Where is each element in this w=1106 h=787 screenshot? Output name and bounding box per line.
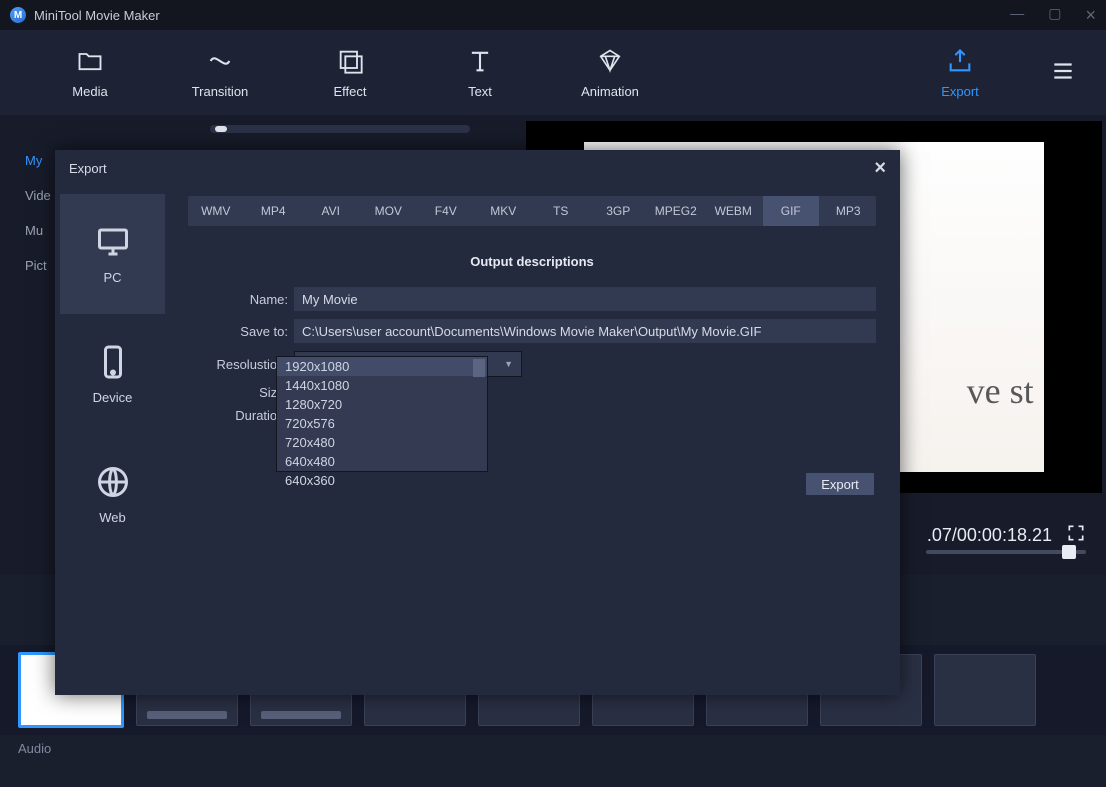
nav-media[interactable]: Media bbox=[30, 46, 150, 99]
nav-transition[interactable]: Transition bbox=[160, 46, 280, 99]
nav-label: Effect bbox=[333, 84, 366, 99]
nav-label: Media bbox=[72, 84, 107, 99]
transition-icon bbox=[206, 46, 234, 76]
resolution-option[interactable]: 720x576 bbox=[277, 414, 487, 433]
format-f4v[interactable]: F4V bbox=[418, 196, 474, 226]
app-logo-icon: M bbox=[10, 7, 26, 23]
nav-label: Transition bbox=[192, 84, 249, 99]
close-icon[interactable]: × bbox=[1085, 5, 1096, 26]
format-wmv[interactable]: WMV bbox=[188, 196, 244, 226]
format-3gp[interactable]: 3GP bbox=[591, 196, 647, 226]
menu-icon[interactable] bbox=[1050, 58, 1076, 87]
export-button[interactable]: Export bbox=[806, 473, 874, 495]
tab-pc[interactable]: PC bbox=[60, 194, 165, 314]
nav-label: Export bbox=[941, 84, 979, 99]
diamond-icon bbox=[596, 46, 624, 76]
resolution-option[interactable]: 1920x1080 bbox=[277, 357, 487, 376]
library-scrollbar[interactable] bbox=[210, 125, 470, 133]
dialog-close-icon[interactable]: × bbox=[874, 157, 886, 180]
export-target-tabs: PC Device Web bbox=[55, 186, 170, 695]
globe-icon bbox=[95, 464, 131, 500]
format-mp3[interactable]: MP3 bbox=[821, 196, 877, 226]
resolution-option[interactable]: 640x480 bbox=[277, 452, 487, 471]
phone-icon bbox=[95, 344, 131, 380]
minimize-icon[interactable]: — bbox=[1010, 5, 1024, 26]
save-path-input[interactable] bbox=[294, 319, 876, 343]
title-bar: M MiniTool Movie Maker — ▢ × bbox=[0, 0, 1106, 30]
format-webm[interactable]: WEBM bbox=[706, 196, 762, 226]
format-tabs: WMV MP4 AVI MOV F4V MKV TS 3GP MPEG2 WEB… bbox=[188, 196, 876, 226]
text-icon bbox=[466, 46, 494, 76]
nav-label: Animation bbox=[581, 84, 639, 99]
tab-device[interactable]: Device bbox=[60, 314, 165, 434]
format-mpeg2[interactable]: MPEG2 bbox=[648, 196, 704, 226]
save-label: Save to: bbox=[188, 324, 294, 339]
zoom-slider[interactable] bbox=[926, 550, 1086, 554]
chevron-down-icon: ▼ bbox=[504, 359, 513, 369]
dropdown-scrollbar[interactable] bbox=[473, 359, 485, 377]
timestamp: .07/00:00:18.21 bbox=[927, 525, 1052, 546]
top-nav: Media Transition Effect Text Animation E… bbox=[0, 30, 1106, 115]
format-mov[interactable]: MOV bbox=[361, 196, 417, 226]
nav-label: Text bbox=[468, 84, 492, 99]
resolution-dropdown: 1920x1080 1440x1080 1280x720 720x576 720… bbox=[276, 356, 488, 472]
name-input[interactable] bbox=[294, 287, 876, 311]
nav-effect[interactable]: Effect bbox=[290, 46, 410, 99]
maximize-icon[interactable]: ▢ bbox=[1048, 5, 1061, 26]
tab-web[interactable]: Web bbox=[60, 434, 165, 554]
resolution-option[interactable]: 1440x1080 bbox=[277, 376, 487, 395]
tab-label: Device bbox=[93, 390, 133, 405]
timeline-clip[interactable] bbox=[934, 654, 1036, 726]
export-dialog: Export × PC Device Web WMV MP4 AVI MOV bbox=[55, 150, 900, 695]
app-title: MiniTool Movie Maker bbox=[34, 8, 160, 23]
audio-track-label: Audio bbox=[0, 735, 1106, 777]
tab-label: PC bbox=[103, 270, 121, 285]
nav-export[interactable]: Export bbox=[900, 46, 1020, 99]
section-heading: Output descriptions bbox=[188, 254, 876, 269]
nav-animation[interactable]: Animation bbox=[550, 46, 670, 99]
format-gif[interactable]: GIF bbox=[763, 196, 819, 226]
monitor-icon bbox=[95, 224, 131, 260]
format-avi[interactable]: AVI bbox=[303, 196, 359, 226]
format-ts[interactable]: TS bbox=[533, 196, 589, 226]
nav-text[interactable]: Text bbox=[420, 46, 540, 99]
export-icon bbox=[946, 46, 974, 76]
name-label: Name: bbox=[188, 292, 294, 307]
dialog-title: Export bbox=[69, 161, 107, 176]
folder-icon bbox=[76, 46, 104, 76]
resolution-option[interactable]: 1280x720 bbox=[277, 395, 487, 414]
format-mkv[interactable]: MKV bbox=[476, 196, 532, 226]
resolution-option[interactable]: 720x480 bbox=[277, 433, 487, 452]
format-mp4[interactable]: MP4 bbox=[246, 196, 302, 226]
tab-label: Web bbox=[99, 510, 126, 525]
resolution-option[interactable]: 640x360 bbox=[277, 471, 487, 490]
effect-icon bbox=[336, 46, 364, 76]
preview-text: ve st bbox=[967, 370, 1034, 412]
export-settings: WMV MP4 AVI MOV F4V MKV TS 3GP MPEG2 WEB… bbox=[170, 186, 900, 695]
